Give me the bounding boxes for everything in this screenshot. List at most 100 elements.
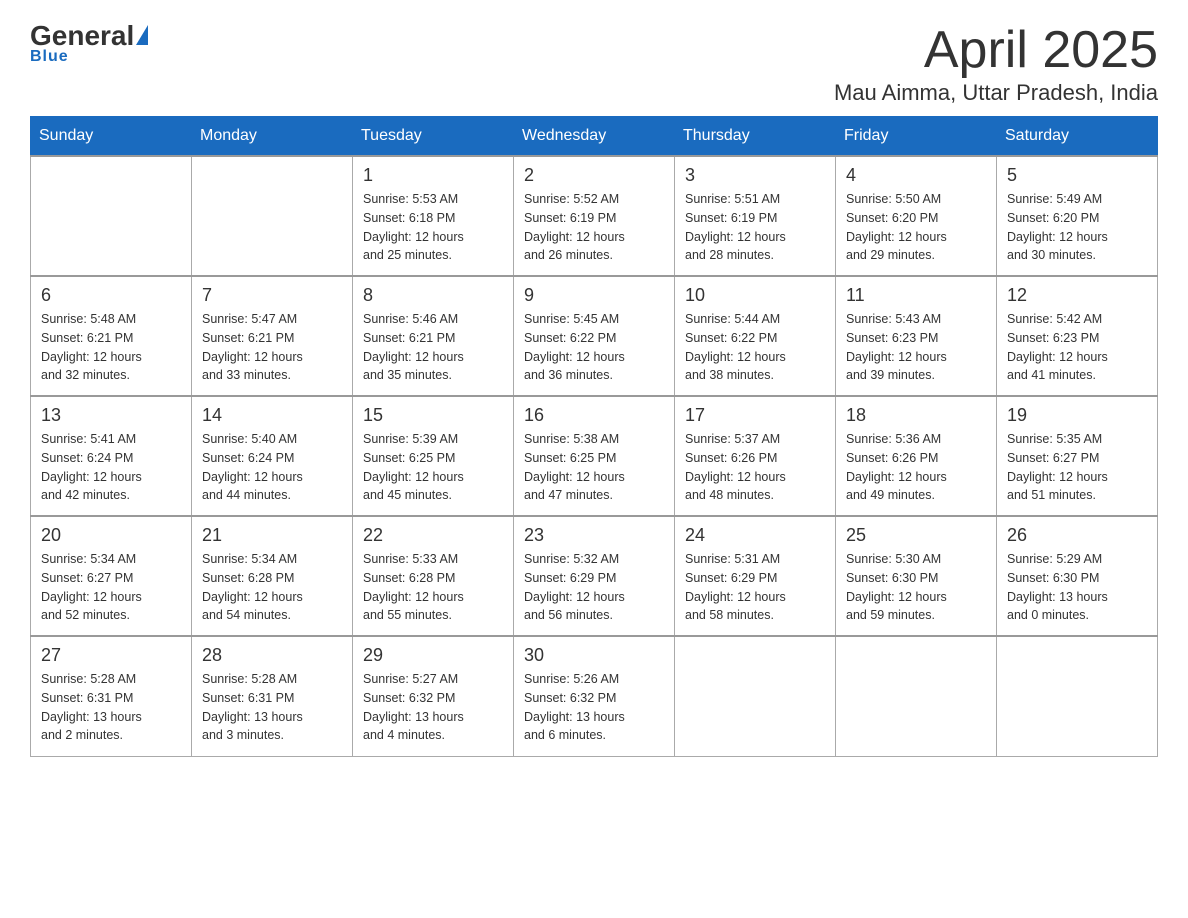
day-info: Sunrise: 5:53 AM Sunset: 6:18 PM Dayligh… (363, 190, 503, 265)
day-number: 26 (1007, 525, 1147, 546)
day-number: 22 (363, 525, 503, 546)
calendar-week-row: 13 Sunrise: 5:41 AM Sunset: 6:24 PM Dayli… (31, 396, 1158, 516)
day-header-monday: Monday (192, 117, 353, 157)
calendar-cell: 6 Sunrise: 5:48 AM Sunset: 6:21 PM Daylig… (31, 276, 192, 396)
calendar-cell: 24 Sunrise: 5:31 AM Sunset: 6:29 PM Dayli… (675, 516, 836, 636)
calendar-week-row: 6 Sunrise: 5:48 AM Sunset: 6:21 PM Daylig… (31, 276, 1158, 396)
day-number: 25 (846, 525, 986, 546)
day-header-sunday: Sunday (31, 117, 192, 157)
day-number: 11 (846, 285, 986, 306)
day-info: Sunrise: 5:28 AM Sunset: 6:31 PM Dayligh… (41, 670, 181, 745)
calendar-cell: 15 Sunrise: 5:39 AM Sunset: 6:25 PM Dayli… (353, 396, 514, 516)
day-info: Sunrise: 5:49 AM Sunset: 6:20 PM Dayligh… (1007, 190, 1147, 265)
day-info: Sunrise: 5:34 AM Sunset: 6:28 PM Dayligh… (202, 550, 342, 625)
calendar-table: SundayMondayTuesdayWednesdayThursdayFrid… (30, 116, 1158, 757)
calendar-cell: 10Sunrise: 5:44 AM Sunset: 6:22 PM Dayli… (675, 276, 836, 396)
calendar-cell (997, 636, 1158, 756)
day-info: Sunrise: 5:47 AM Sunset: 6:21 PM Dayligh… (202, 310, 342, 385)
calendar-cell: 17 Sunrise: 5:37 AM Sunset: 6:26 PM Dayli… (675, 396, 836, 516)
day-info: Sunrise: 5:39 AM Sunset: 6:25 PM Dayligh… (363, 430, 503, 505)
day-info: Sunrise: 5:41 AM Sunset: 6:24 PM Dayligh… (41, 430, 181, 505)
day-number: 29 (363, 645, 503, 666)
calendar-cell: 14Sunrise: 5:40 AM Sunset: 6:24 PM Dayli… (192, 396, 353, 516)
day-info: Sunrise: 5:37 AM Sunset: 6:26 PM Dayligh… (685, 430, 825, 505)
logo: General Blue (30, 20, 148, 66)
calendar-cell: 18 Sunrise: 5:36 AM Sunset: 6:26 PM Dayli… (836, 396, 997, 516)
day-info: Sunrise: 5:33 AM Sunset: 6:28 PM Dayligh… (363, 550, 503, 625)
calendar-cell: 23Sunrise: 5:32 AM Sunset: 6:29 PM Dayli… (514, 516, 675, 636)
day-number: 20 (41, 525, 181, 546)
day-header-tuesday: Tuesday (353, 117, 514, 157)
calendar-week-row: 1 Sunrise: 5:53 AM Sunset: 6:18 PM Daylig… (31, 156, 1158, 276)
calendar-cell: 3 Sunrise: 5:51 AM Sunset: 6:19 PM Daylig… (675, 156, 836, 276)
day-number: 27 (41, 645, 181, 666)
page-header: General Blue April 2025 Mau Aimma, Uttar… (30, 20, 1158, 106)
calendar-cell: 7 Sunrise: 5:47 AM Sunset: 6:21 PM Daylig… (192, 276, 353, 396)
day-info: Sunrise: 5:52 AM Sunset: 6:19 PM Dayligh… (524, 190, 664, 265)
day-info: Sunrise: 5:45 AM Sunset: 6:22 PM Dayligh… (524, 310, 664, 385)
day-info: Sunrise: 5:43 AM Sunset: 6:23 PM Dayligh… (846, 310, 986, 385)
logo-triangle-icon (136, 25, 148, 45)
day-header-friday: Friday (836, 117, 997, 157)
day-number: 17 (685, 405, 825, 426)
day-info: Sunrise: 5:34 AM Sunset: 6:27 PM Dayligh… (41, 550, 181, 625)
calendar-cell: 20 Sunrise: 5:34 AM Sunset: 6:27 PM Dayli… (31, 516, 192, 636)
month-title: April 2025 (834, 20, 1158, 80)
calendar-cell: 30 Sunrise: 5:26 AM Sunset: 6:32 PM Dayli… (514, 636, 675, 756)
day-info: Sunrise: 5:42 AM Sunset: 6:23 PM Dayligh… (1007, 310, 1147, 385)
day-info: Sunrise: 5:50 AM Sunset: 6:20 PM Dayligh… (846, 190, 986, 265)
calendar-cell: 8 Sunrise: 5:46 AM Sunset: 6:21 PM Daylig… (353, 276, 514, 396)
day-number: 9 (524, 285, 664, 306)
calendar-week-row: 27 Sunrise: 5:28 AM Sunset: 6:31 PM Dayli… (31, 636, 1158, 756)
day-number: 19 (1007, 405, 1147, 426)
day-info: Sunrise: 5:28 AM Sunset: 6:31 PM Dayligh… (202, 670, 342, 745)
day-number: 2 (524, 165, 664, 186)
day-info: Sunrise: 5:29 AM Sunset: 6:30 PM Dayligh… (1007, 550, 1147, 625)
day-number: 18 (846, 405, 986, 426)
day-number: 1 (363, 165, 503, 186)
day-number: 6 (41, 285, 181, 306)
calendar-cell: 27 Sunrise: 5:28 AM Sunset: 6:31 PM Dayli… (31, 636, 192, 756)
day-info: Sunrise: 5:36 AM Sunset: 6:26 PM Dayligh… (846, 430, 986, 505)
calendar-cell: 29 Sunrise: 5:27 AM Sunset: 6:32 PM Dayli… (353, 636, 514, 756)
day-number: 8 (363, 285, 503, 306)
day-info: Sunrise: 5:38 AM Sunset: 6:25 PM Dayligh… (524, 430, 664, 505)
calendar-cell: 19 Sunrise: 5:35 AM Sunset: 6:27 PM Dayli… (997, 396, 1158, 516)
calendar-cell: 28 Sunrise: 5:28 AM Sunset: 6:31 PM Dayli… (192, 636, 353, 756)
title-section: April 2025 Mau Aimma, Uttar Pradesh, Ind… (834, 20, 1158, 106)
day-number: 28 (202, 645, 342, 666)
day-number: 30 (524, 645, 664, 666)
day-number: 14 (202, 405, 342, 426)
calendar-cell: 11 Sunrise: 5:43 AM Sunset: 6:23 PM Dayli… (836, 276, 997, 396)
calendar-cell: 16Sunrise: 5:38 AM Sunset: 6:25 PM Dayli… (514, 396, 675, 516)
day-info: Sunrise: 5:26 AM Sunset: 6:32 PM Dayligh… (524, 670, 664, 745)
calendar-cell: 2 Sunrise: 5:52 AM Sunset: 6:19 PM Daylig… (514, 156, 675, 276)
calendar-cell: 4Sunrise: 5:50 AM Sunset: 6:20 PM Daylig… (836, 156, 997, 276)
day-info: Sunrise: 5:44 AM Sunset: 6:22 PM Dayligh… (685, 310, 825, 385)
day-number: 23 (524, 525, 664, 546)
day-info: Sunrise: 5:35 AM Sunset: 6:27 PM Dayligh… (1007, 430, 1147, 505)
day-info: Sunrise: 5:46 AM Sunset: 6:21 PM Dayligh… (363, 310, 503, 385)
calendar-cell (31, 156, 192, 276)
location-title: Mau Aimma, Uttar Pradesh, India (834, 80, 1158, 106)
calendar-cell: 9 Sunrise: 5:45 AM Sunset: 6:22 PM Daylig… (514, 276, 675, 396)
day-info: Sunrise: 5:51 AM Sunset: 6:19 PM Dayligh… (685, 190, 825, 265)
calendar-cell: 5 Sunrise: 5:49 AM Sunset: 6:20 PM Daylig… (997, 156, 1158, 276)
day-number: 15 (363, 405, 503, 426)
day-number: 3 (685, 165, 825, 186)
calendar-cell (675, 636, 836, 756)
day-header-thursday: Thursday (675, 117, 836, 157)
day-number: 24 (685, 525, 825, 546)
day-number: 7 (202, 285, 342, 306)
day-info: Sunrise: 5:48 AM Sunset: 6:21 PM Dayligh… (41, 310, 181, 385)
calendar-cell (192, 156, 353, 276)
calendar-cell: 1 Sunrise: 5:53 AM Sunset: 6:18 PM Daylig… (353, 156, 514, 276)
day-number: 5 (1007, 165, 1147, 186)
day-number: 13 (41, 405, 181, 426)
day-info: Sunrise: 5:30 AM Sunset: 6:30 PM Dayligh… (846, 550, 986, 625)
calendar-cell: 26 Sunrise: 5:29 AM Sunset: 6:30 PM Dayli… (997, 516, 1158, 636)
day-header-saturday: Saturday (997, 117, 1158, 157)
day-info: Sunrise: 5:27 AM Sunset: 6:32 PM Dayligh… (363, 670, 503, 745)
day-info: Sunrise: 5:31 AM Sunset: 6:29 PM Dayligh… (685, 550, 825, 625)
calendar-cell: 25 Sunrise: 5:30 AM Sunset: 6:30 PM Dayli… (836, 516, 997, 636)
